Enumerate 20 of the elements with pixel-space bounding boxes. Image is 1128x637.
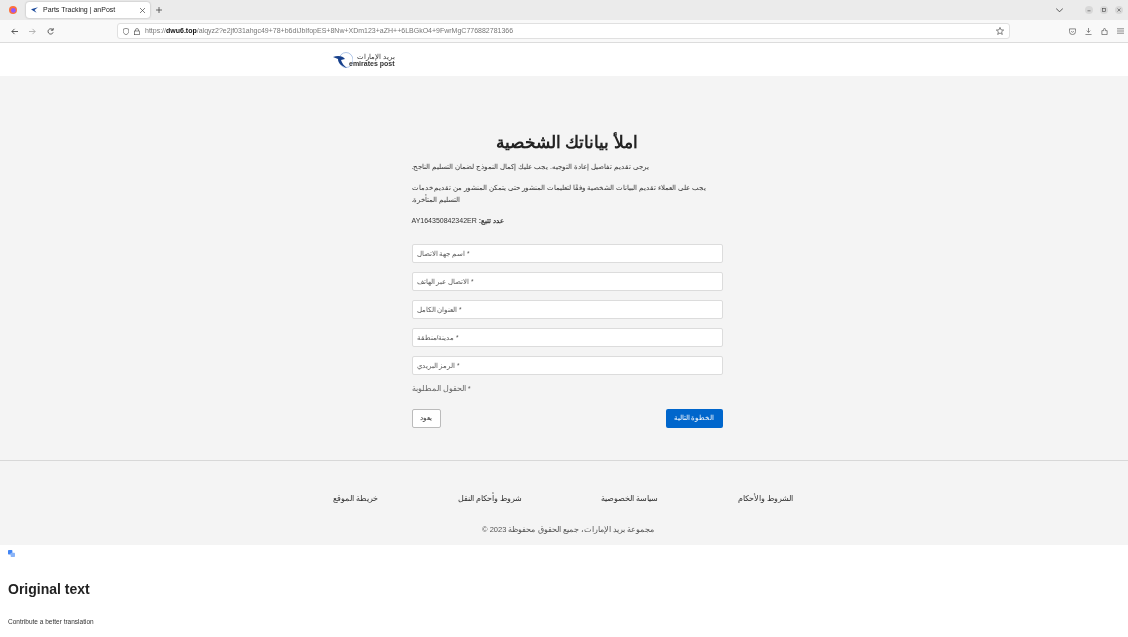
chevron-down-icon[interactable] xyxy=(1056,7,1063,13)
download-icon[interactable] xyxy=(1085,27,1092,35)
translate-icon[interactable] xyxy=(8,550,15,557)
reload-icon[interactable] xyxy=(47,27,54,35)
star-icon[interactable] xyxy=(996,27,1004,35)
back-icon[interactable] xyxy=(11,27,18,35)
close-icon[interactable] xyxy=(1115,6,1123,14)
shield-icon[interactable] xyxy=(123,27,129,35)
minimize-icon[interactable] xyxy=(1085,6,1093,14)
firefox-icon[interactable] xyxy=(9,6,17,14)
translation-heading: Original text xyxy=(8,580,91,599)
forward-icon[interactable] xyxy=(29,27,36,35)
bird-icon xyxy=(31,7,38,13)
extensions-icon[interactable] xyxy=(1101,27,1108,35)
lock-icon[interactable] xyxy=(134,27,140,35)
form-title: املأ بياناتك الشخصية xyxy=(494,134,640,151)
restore-icon[interactable] xyxy=(1100,6,1108,14)
new-tab-icon[interactable] xyxy=(156,7,162,13)
pocket-icon[interactable] xyxy=(1069,27,1076,35)
close-icon[interactable] xyxy=(140,7,145,13)
